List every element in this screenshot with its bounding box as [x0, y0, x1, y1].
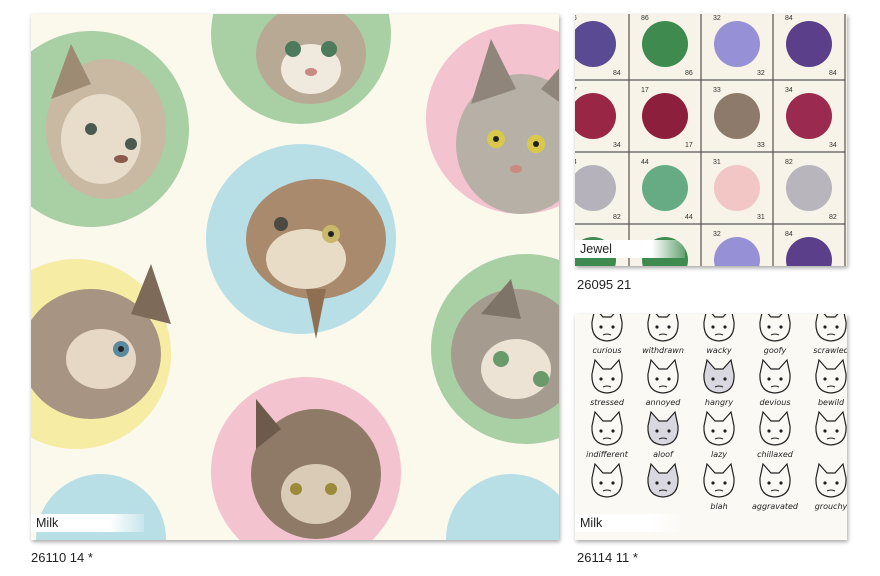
mood-word: devious: [759, 398, 790, 407]
mood-word: lazy: [711, 450, 727, 459]
cell-number-top: 84: [785, 15, 793, 22]
sketch-cat-print: curious withdrawn wacky goofy scrawled stress…: [575, 314, 847, 540]
mood-word: scrawled: [813, 346, 847, 355]
cat-bubble-print: [31, 14, 559, 540]
cell-number-top: 34: [785, 87, 793, 94]
swatch-code-label: 26110 14 *: [31, 550, 93, 565]
cell-number-bottom: 31: [757, 214, 765, 221]
swatch-milk-cats[interactable]: Milk: [31, 14, 559, 540]
mood-word: stressed: [590, 398, 625, 407]
cell-number-top: 32: [713, 15, 721, 22]
mood-word: aloof: [653, 450, 674, 459]
dot-grid-print: 86 84 86 86 32 32 84 84 17 34 17 17 33 33 34 34 44 82 44 44…: [575, 14, 847, 266]
cell-number-top: 44: [575, 159, 577, 166]
mood-word: aggravated: [752, 502, 799, 511]
color-dot: [642, 93, 688, 139]
mood-word: chillaxed: [757, 450, 794, 459]
color-dot: [714, 21, 760, 67]
mood-word: blah: [710, 502, 727, 511]
mood-word: bewild: [818, 398, 845, 407]
cell-number-bottom: 33: [757, 142, 765, 149]
cell-number-bottom: 32: [757, 70, 765, 77]
cell-number-bottom: 82: [829, 214, 837, 221]
color-dot: [786, 93, 832, 139]
mood-word: annoyed: [646, 398, 682, 407]
mood-word: grouchy: [815, 502, 847, 511]
cell-number-top: 86: [575, 15, 577, 22]
cell-number-bottom: 84: [613, 70, 621, 77]
cell-number-bottom: 34: [829, 142, 837, 149]
mood-word: goofy: [764, 346, 787, 355]
cell-number-top: 33: [713, 87, 721, 94]
cell-number-top: 31: [713, 159, 721, 166]
cell-number-bottom: 17: [685, 142, 693, 149]
mood-word: curious: [592, 346, 621, 355]
swatch-code-label: 26114 11 *: [577, 550, 638, 565]
cell-number-top: 32: [713, 231, 721, 238]
cell-number-bottom: 82: [613, 214, 621, 221]
cell-number-bottom: 86: [685, 70, 693, 77]
mood-word: indifferent: [586, 450, 629, 459]
swatch-name-label: Milk: [31, 514, 144, 532]
mood-word: withdrawn: [642, 346, 684, 355]
cell-number-top: 84: [785, 231, 793, 238]
swatch-milk-sketch[interactable]: curious withdrawn wacky goofy scrawled stress…: [575, 314, 847, 540]
color-dot: [642, 165, 688, 211]
color-dot: [786, 165, 832, 211]
cell-number-top: 17: [641, 87, 649, 94]
swatch-jewel-dots[interactable]: 86 84 86 86 32 32 84 84 17 34 17 17 33 33 34 34 44 82 44 44…: [575, 14, 847, 266]
cell-number-top: 86: [641, 15, 649, 22]
mood-word: hangry: [705, 398, 733, 407]
swatch-name-label: Jewel: [575, 240, 685, 258]
cell-number-bottom: 44: [685, 214, 693, 221]
cell-number-bottom: 34: [613, 142, 621, 149]
color-dot: [714, 93, 760, 139]
color-dot: [714, 165, 760, 211]
color-dot: [786, 21, 832, 67]
cell-number-bottom: 84: [829, 70, 837, 77]
mood-word: wacky: [706, 346, 731, 355]
swatch-code-label: 26095 21: [577, 277, 632, 292]
color-dot: [642, 21, 688, 67]
swatch-name-label: Milk: [575, 514, 680, 532]
cell-number-top: 82: [785, 159, 793, 166]
cell-number-top: 44: [641, 159, 649, 166]
cell-number-top: 17: [575, 87, 577, 94]
